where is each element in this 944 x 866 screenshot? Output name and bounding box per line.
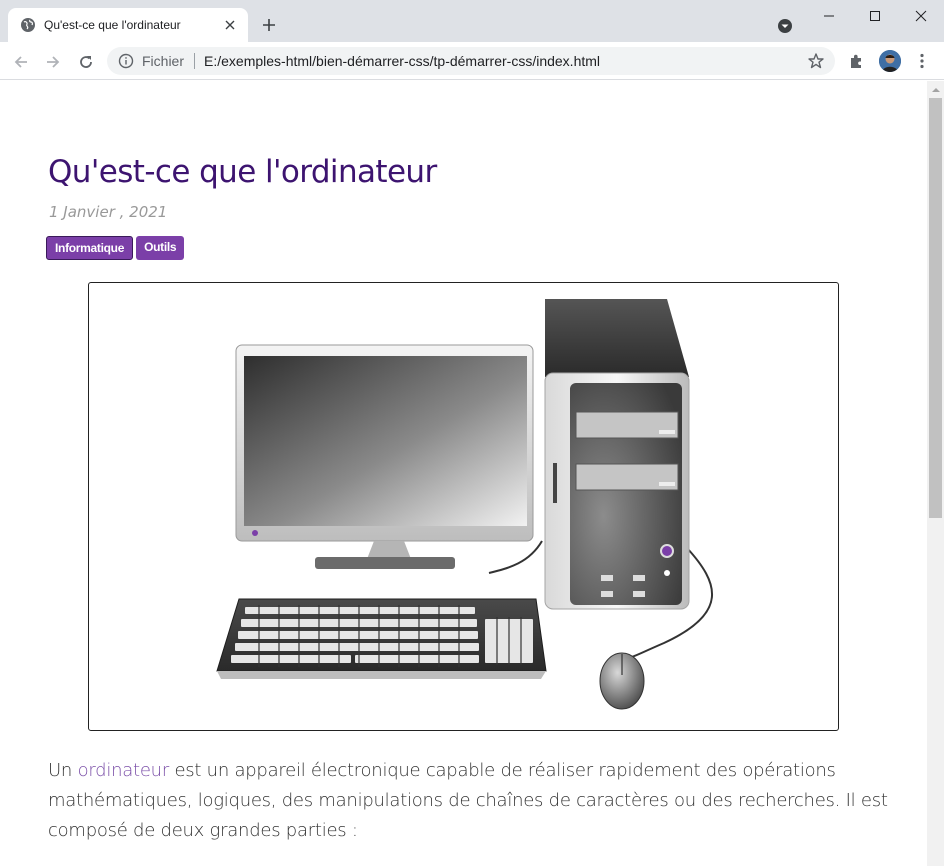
tag-outils[interactable]: Outils: [136, 236, 185, 260]
tab-title: Qu'est-ce que l'ordinateur: [44, 18, 181, 32]
tag-list: Informatique Outils: [46, 236, 185, 260]
window-close-icon[interactable]: [898, 0, 944, 32]
article-paragraph: Un ordinateur est un appareil électroniq…: [48, 756, 888, 846]
close-icon[interactable]: [222, 17, 238, 33]
minimize-icon[interactable]: [806, 0, 852, 32]
article-date: 1 Janvier , 2021: [49, 203, 168, 221]
vertical-scrollbar[interactable]: [927, 81, 944, 866]
page-content: Qu'est-ce que l'ordinateur 1 Janvier , 2…: [0, 81, 927, 866]
article-title: Qu'est-ce que l'ordinateur: [48, 154, 437, 190]
paragraph-intro: Un: [48, 760, 78, 781]
browser-titlebar: Qu'est-ce que l'ordinateur: [0, 0, 944, 42]
article-figure: [88, 282, 839, 731]
scrollbar-thumb[interactable]: [929, 98, 942, 518]
address-bar[interactable]: Fichier E:/exemples-html/bien-démarrer-c…: [107, 47, 835, 75]
info-icon[interactable]: [118, 53, 134, 69]
plus-icon[interactable]: [259, 15, 279, 35]
tab-search-icon[interactable]: [776, 17, 794, 35]
globe-icon: [20, 17, 36, 33]
scroll-up-arrow-icon[interactable]: [927, 81, 944, 98]
browser-toolbar: Fichier E:/exemples-html/bien-démarrer-c…: [0, 42, 944, 80]
ordinateur-link[interactable]: ordinateur: [78, 760, 170, 781]
url-scheme-label: Fichier: [142, 53, 185, 69]
url-separator: [194, 53, 196, 69]
tag-informatique[interactable]: Informatique: [46, 236, 134, 260]
forward-arrow-icon[interactable]: [42, 51, 64, 73]
computer-illustration: [216, 299, 714, 710]
avatar[interactable]: [879, 50, 901, 72]
url-text[interactable]: E:/exemples-html/bien-démarrer-css/tp-dé…: [204, 53, 807, 69]
star-icon[interactable]: [807, 52, 825, 70]
back-arrow-icon[interactable]: [10, 51, 32, 73]
reload-icon[interactable]: [75, 51, 97, 73]
maximize-icon[interactable]: [852, 0, 898, 32]
kebab-menu-icon[interactable]: [913, 52, 931, 70]
paragraph-body: est un appareil électronique capable de …: [48, 760, 888, 841]
browser-tab-active[interactable]: Qu'est-ce que l'ordinateur: [8, 8, 248, 42]
puzzle-icon[interactable]: [848, 52, 866, 70]
